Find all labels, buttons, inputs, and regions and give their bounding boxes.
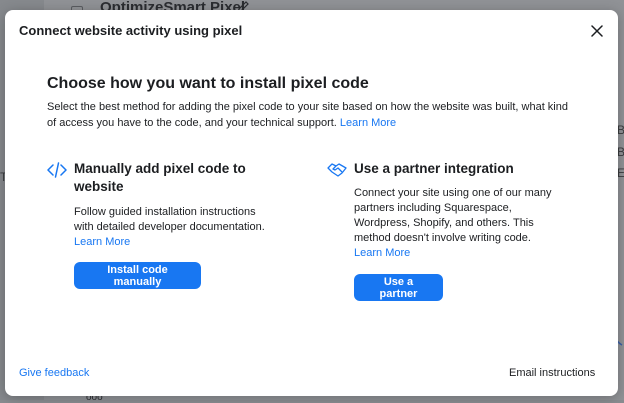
close-button[interactable] [587,21,607,41]
background-page-title: OptimizeSmart Pixel [100,0,246,10]
option-title: Manually add pixel code to website [74,161,246,194]
option-learn-more-link[interactable]: Learn More [74,236,130,248]
section-heading: Choose how you want to install pixel cod… [47,75,369,92]
pencil-icon [236,0,250,10]
intro-learn-more-link[interactable]: Learn More [340,117,396,129]
background-right-fragment: B [617,123,624,137]
handshake-icon [327,163,347,177]
install-pixel-dialog: Connect website activity using pixel Cho… [5,10,618,396]
intro-description: Select the best method for adding the pi… [47,101,568,129]
give-feedback-link[interactable]: Give feedback [19,367,89,379]
close-icon [591,25,603,37]
dialog-title: Connect website activity using pixel [19,23,243,38]
email-instructions-button[interactable]: Email instructions [509,367,595,379]
dialog-header: Connect website activity using pixel [5,10,618,50]
option-title: Use a partner integration [354,161,514,176]
use-a-partner-button[interactable]: Use a partner [354,274,443,301]
option-learn-more-link[interactable]: Learn More [354,247,410,259]
option-description: Connect your site using one of our many … [354,186,554,261]
intro-text: Select the best method for adding the pi… [47,99,577,131]
code-icon [47,162,67,178]
background-right-fragment: B [617,145,624,159]
option-description: Follow guided installation instructions … [74,205,274,250]
background-right-fragment: E [617,166,624,180]
install-code-manually-button[interactable]: Install code manually [74,262,201,289]
option-description-text: Connect your site using one of our many … [354,187,552,244]
option-description-text: Follow guided installation instructions … [74,206,265,233]
